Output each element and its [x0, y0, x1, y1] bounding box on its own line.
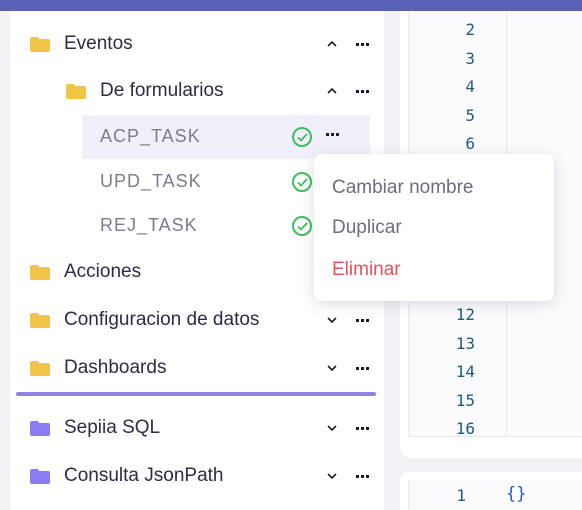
chevron-down-icon[interactable] — [324, 420, 340, 436]
section-divider — [16, 392, 376, 396]
chevron-up-icon[interactable] — [324, 36, 340, 52]
sidebar-item-label: Sepiia SQL — [64, 417, 161, 438]
line-number: 2 — [465, 20, 475, 39]
task-label: ACP_TASK — [100, 126, 201, 146]
top-header-bar — [0, 0, 582, 11]
menu-item-delete[interactable]: Eliminar — [332, 259, 401, 281]
sidebar-item-dashboards[interactable]: Dashboards — [10, 346, 384, 390]
more-options-icon[interactable] — [353, 468, 371, 484]
task-label: REJ_TASK — [100, 215, 198, 235]
folder-icon — [30, 313, 50, 328]
task-item-acp[interactable]: ACP_TASK — [82, 115, 370, 159]
more-options-icon[interactable] — [323, 126, 341, 142]
folder-icon — [30, 361, 50, 376]
line-number: 12 — [455, 305, 475, 324]
line-number: 5 — [465, 106, 475, 125]
sidebar-item-label: Acciones — [64, 261, 142, 282]
line-number: 16 — [455, 419, 475, 438]
line-number: 3 — [465, 49, 475, 68]
task-label: UPD_TASK — [100, 171, 202, 191]
check-circle-icon — [292, 172, 312, 192]
sidebar-item-label: De formularios — [100, 80, 224, 101]
folder-icon — [30, 37, 50, 52]
line-number: 15 — [455, 391, 475, 410]
chevron-down-icon[interactable] — [324, 360, 340, 376]
line-number: 6 — [465, 134, 475, 153]
folder-icon — [30, 265, 50, 280]
sidebar-item-consulta-jsonpath[interactable]: Consulta JsonPath — [10, 454, 384, 498]
more-options-icon[interactable] — [353, 360, 371, 376]
folder-icon — [66, 84, 86, 99]
menu-item-duplicate[interactable]: Duplicar — [332, 217, 402, 239]
sidebar-item-eventos[interactable]: Eventos — [10, 22, 384, 66]
more-options-icon[interactable] — [353, 36, 371, 52]
line-number: 13 — [455, 334, 475, 353]
line-number: 4 — [465, 77, 475, 96]
sidebar-item-configuracion-de-datos[interactable]: Configuracion de datos — [10, 298, 384, 342]
sidebar-item-sepiia-sql[interactable]: Sepiia SQL — [10, 406, 384, 450]
context-menu: Cambiar nombre Duplicar Eliminar — [314, 154, 554, 301]
code-content: {} — [506, 484, 527, 504]
sidebar-item-label: Dashboards — [64, 357, 167, 378]
sidebar-item-label: Configuracion de datos — [64, 309, 260, 330]
sidebar-item-label: Consulta JsonPath — [64, 465, 224, 486]
chevron-down-icon[interactable] — [324, 468, 340, 484]
menu-item-rename[interactable]: Cambiar nombre — [332, 177, 474, 199]
more-options-icon[interactable] — [353, 312, 371, 328]
secondary-editor-panel: 1 {} — [400, 472, 582, 510]
more-options-icon[interactable] — [353, 420, 371, 436]
sidebar-item-de-formularios[interactable]: De formularios — [10, 69, 384, 113]
sidebar-item-label: Eventos — [64, 33, 133, 54]
folder-icon — [30, 421, 50, 436]
line-number: 14 — [455, 362, 475, 381]
more-options-icon[interactable] — [353, 83, 371, 99]
line-number: 1 — [456, 486, 466, 505]
chevron-down-icon[interactable] — [324, 312, 340, 328]
folder-icon — [30, 469, 50, 484]
check-circle-icon — [292, 216, 312, 236]
check-circle-icon — [292, 127, 312, 147]
chevron-up-icon[interactable] — [324, 83, 340, 99]
